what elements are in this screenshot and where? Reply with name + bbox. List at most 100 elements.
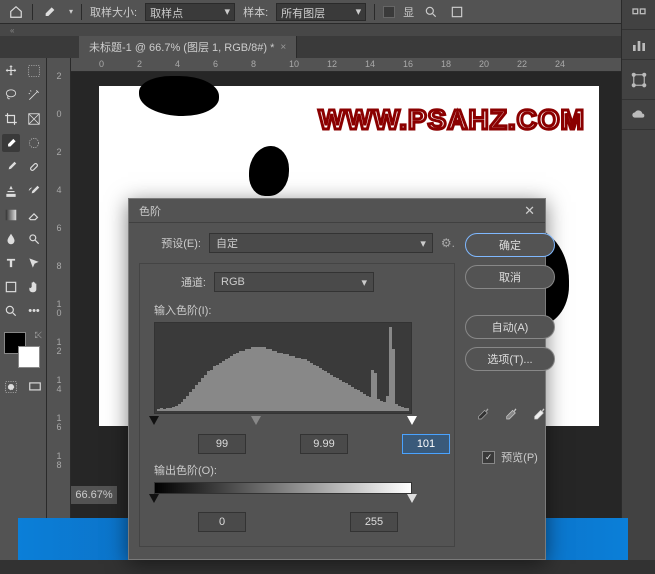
selection-tool[interactable] [25,134,43,152]
gradient-tool[interactable] [2,206,20,224]
path-tool[interactable] [25,254,43,272]
lasso-tool[interactable] [2,86,20,104]
healing-tool[interactable] [25,158,43,176]
ruler-mark: 6 [49,224,69,233]
output-gradient[interactable] [154,482,412,494]
histogram[interactable] [154,322,412,414]
move-tool[interactable] [2,62,20,80]
input-slider[interactable] [154,416,412,428]
input-white-field[interactable]: 101 [402,434,450,454]
channel-select[interactable]: RGB▾ [214,272,374,292]
ruler-mark: 16 [49,414,69,432]
ruler-mark: 14 [365,59,375,69]
eyedropper-tool-icon[interactable] [41,4,61,20]
ruler-mark: 24 [555,59,565,69]
preview-checkbox[interactable]: ✓ [482,451,495,464]
ruler-mark: 4 [49,186,69,195]
input-levels-label: 输入色阶(I): [154,302,450,318]
marquee-tool[interactable] [25,62,43,80]
gamma-handle[interactable] [251,416,261,425]
white-point-handle[interactable] [407,416,417,425]
black-point-handle[interactable] [149,416,159,425]
zoom-tool[interactable] [2,302,20,320]
quick-mask-icon[interactable] [2,378,20,396]
swatches-panel-icon[interactable] [622,0,655,30]
ruler-mark: 0 [49,110,69,119]
ruler-mark: 6 [213,59,218,69]
close-icon[interactable]: × [280,42,286,53]
toolbox: ••• ⤪ [0,58,47,560]
ruler-mark: 12 [327,59,337,69]
levels-dialog: 色阶 ✕ 预设(E): 自定▾ ⚙. 通道: RGB▾ 输入色阶(I): [128,198,546,560]
frame-tool[interactable] [25,110,43,128]
eyedropper-tool[interactable] [2,134,20,152]
sample-select[interactable]: 所有图层 ▾ [276,3,366,21]
more-icon[interactable]: ••• [25,302,43,320]
close-icon[interactable]: ✕ [524,203,535,219]
swap-colors-icon[interactable]: ⤪ [35,330,42,341]
ok-button[interactable]: 确定 [465,233,555,257]
document-tab[interactable]: 未标题-1 @ 66.7% (图层 1, RGB/8#) * × [79,36,297,58]
ruler-mark: 10 [289,59,299,69]
clone-tool[interactable] [2,182,20,200]
cloud-panel-icon[interactable] [622,100,655,130]
ruler-mark: 4 [175,59,180,69]
ruler-mark: 2 [137,59,142,69]
chevron-down-icon[interactable]: ▾ [69,7,73,16]
auto-button[interactable]: 自动(A) [465,315,555,339]
ruler-mark: 20 [479,59,489,69]
cancel-button[interactable]: 取消 [465,265,555,289]
histogram-panel-icon[interactable] [622,30,655,60]
options-button[interactable]: 选项(T)... [465,347,555,371]
brush-tool[interactable] [2,158,20,176]
output-black-field[interactable]: 0 [198,512,246,532]
transform-panel-icon[interactable] [622,60,655,100]
right-panel-collapsed [621,0,655,560]
background-swatch[interactable] [18,346,40,368]
ruler-mark: 18 [49,452,69,470]
output-slider[interactable] [154,494,412,506]
magic-wand-tool[interactable] [25,86,43,104]
ruler-mark: 8 [251,59,256,69]
home-icon[interactable] [8,4,24,20]
zoom-status[interactable]: 66.67% [71,486,117,504]
ruler-mark: 16 [403,59,413,69]
ruler-mark: 12 [49,338,69,356]
ruler-mark: 0 [99,59,104,69]
preset-select[interactable]: 自定▾ [209,233,433,253]
divider [374,4,375,20]
screen-mode-icon[interactable] [26,378,44,396]
out-white-handle[interactable] [407,494,417,503]
shape-tool[interactable] [2,278,20,296]
sample-size-select[interactable]: 取样点 ▾ [145,3,235,21]
dodge-tool[interactable] [25,230,43,248]
share-icon[interactable] [448,3,466,21]
history-brush-tool[interactable] [25,182,43,200]
preset-label: 预设(E): [139,235,201,251]
white-eyedropper-icon[interactable] [530,407,546,423]
black-eyedropper-icon[interactable] [474,407,490,423]
output-white-field[interactable]: 255 [350,512,398,532]
collapse-handle[interactable]: « [0,24,655,36]
eraser-tool[interactable] [25,206,43,224]
crop-tool[interactable] [2,110,20,128]
blur-tool[interactable] [2,230,20,248]
vertical-ruler: 2024681012141618 [47,58,71,560]
sample-size-label: 取样大小: [90,4,137,20]
dialog-titlebar[interactable]: 色阶 ✕ [129,199,545,223]
gear-icon[interactable]: ⚙. [441,236,455,250]
out-black-handle[interactable] [149,494,159,503]
input-black-field[interactable]: 99 [198,434,246,454]
hand-tool[interactable] [25,278,43,296]
gray-eyedropper-icon[interactable] [502,407,518,423]
ruler-mark: 18 [441,59,451,69]
dialog-title: 色阶 [139,203,161,219]
output-levels-label: 输出色阶(O): [154,462,450,478]
ruler-mark: 10 [49,300,69,318]
divider [81,4,82,20]
search-icon[interactable] [422,3,440,21]
ruler-mark: 22 [517,59,527,69]
input-gamma-field[interactable]: 9.99 [300,434,348,454]
show-checkbox[interactable] [383,6,395,18]
type-tool[interactable] [2,254,20,272]
